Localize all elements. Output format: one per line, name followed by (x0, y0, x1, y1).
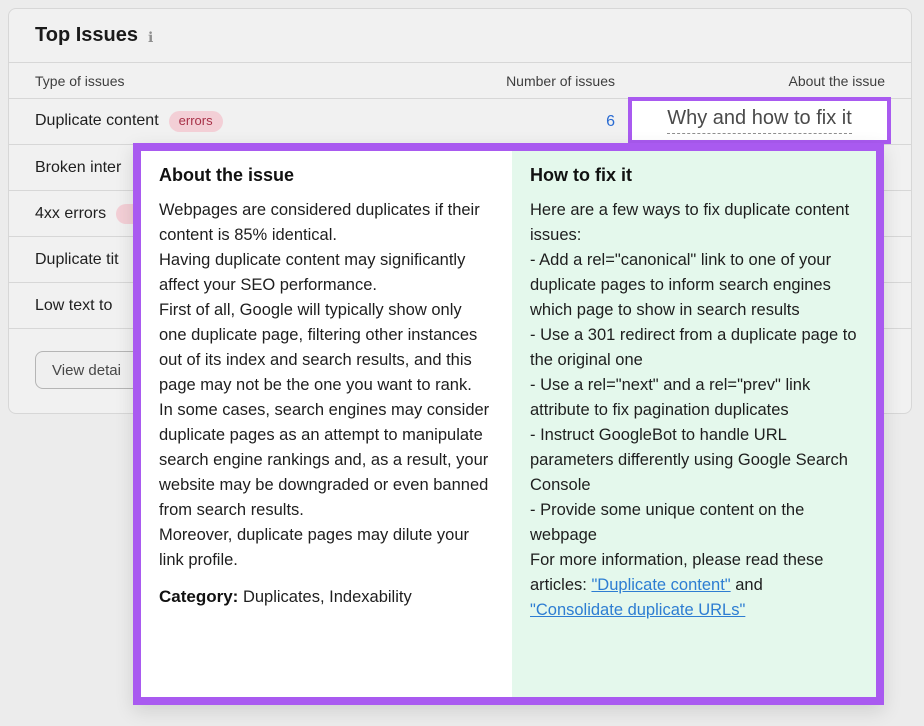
about-issue-body: Webpages are considered duplicates if th… (159, 198, 490, 573)
issue-tooltip-popup: About the issue Webpages are considered … (133, 143, 884, 705)
issue-type-label: Duplicate tit (35, 251, 119, 269)
category-value: Duplicates, Indexability (238, 588, 411, 606)
issue-type-label: Duplicate content (35, 112, 159, 130)
issue-type-label: Low text to (35, 297, 112, 315)
category-label: Category: (159, 587, 238, 606)
why-fix-link[interactable]: Why and how to fix it (667, 107, 852, 134)
issue-type-label: 4xx errors (35, 205, 106, 223)
duplicate-content-link[interactable]: "Duplicate content" (591, 576, 730, 594)
screenshot-root: Top Issues ℹ Type of issues Number of is… (0, 0, 924, 726)
why-fix-link-highlight[interactable]: Why and how to fix it (628, 97, 891, 144)
how-to-fix-heading: How to fix it (530, 163, 860, 188)
how-to-fix-panel: How to fix it Here are a few ways to fix… (512, 151, 876, 697)
fix-body-text: Here are a few ways to fix duplicate con… (530, 201, 857, 594)
issue-type-cell: Duplicate content errors (35, 111, 440, 132)
category-line: Category: Duplicates, Indexability (159, 587, 490, 607)
consolidate-urls-link[interactable]: "Consolidate duplicate URLs" (530, 601, 745, 619)
col-header-type: Type of issues (35, 73, 440, 89)
issue-type-label: Broken inter (35, 159, 121, 177)
about-issue-heading: About the issue (159, 163, 490, 188)
table-header-row: Type of issues Number of issues About th… (9, 63, 911, 99)
how-to-fix-body: Here are a few ways to fix duplicate con… (530, 198, 860, 623)
panel-title: Top Issues (35, 24, 138, 47)
and-text: and (731, 576, 763, 594)
info-icon[interactable]: ℹ (148, 30, 153, 44)
col-header-count: Number of issues (440, 73, 615, 89)
about-issue-panel: About the issue Webpages are considered … (141, 151, 512, 697)
panel-header: Top Issues ℹ (9, 9, 911, 63)
issue-count-link[interactable]: 6 (440, 113, 615, 131)
col-header-about: About the issue (615, 73, 885, 89)
errors-badge: errors (169, 111, 223, 132)
